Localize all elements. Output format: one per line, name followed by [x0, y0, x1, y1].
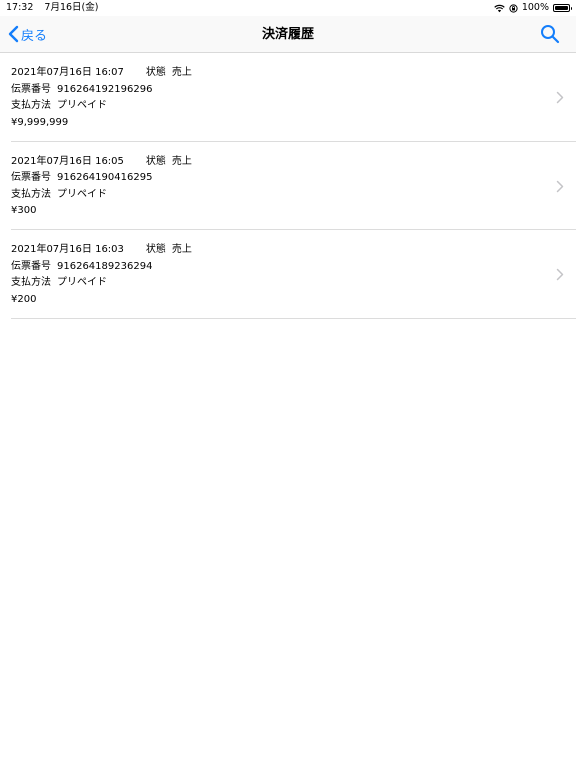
slip-label: 伝票番号 [11, 172, 51, 184]
status-value: 売上 [171, 155, 192, 167]
payment-line: 支払方法 プリペイド [11, 98, 192, 115]
transaction-details: 2021年07月16日 16:07 状態 売上 伝票番号 91626419219629… [11, 65, 192, 131]
transaction-row[interactable]: 2021年07月16日 16:07 状態 売上 伝票番号 91626419219629… [0, 53, 576, 142]
payment-line: 支払方法 プリペイド [11, 187, 192, 204]
transaction-header-line: 2021年07月16日 16:03 状態 売上 [11, 242, 192, 259]
back-button-label: 戻る [21, 28, 48, 44]
status-date: 7月16日(金) [44, 2, 99, 13]
transaction-amount: ¥200 [11, 293, 37, 305]
payment-line: 支払方法 プリペイド [11, 275, 192, 292]
status-left: 17:32 7月16日(金) [6, 0, 106, 16]
status-right: 100% [494, 0, 572, 16]
status-value: 売上 [171, 244, 192, 255]
transaction-amount: ¥9,999,999 [11, 116, 69, 128]
transaction-datetime: 2021年07月16日 16:05 [11, 155, 124, 167]
navigation-bar: 決済履歴 戻る [0, 16, 576, 53]
transaction-datetime: 2021年07月16日 16:03 [11, 244, 124, 255]
transaction-row[interactable]: 2021年07月16日 16:03 状態 売上 伝票番号 91626418923629… [0, 230, 576, 319]
slip-label: 伝票番号 [11, 260, 51, 272]
status-label: 状態 [145, 244, 166, 255]
slip-line: 伝票番号 916264190416295 [11, 170, 192, 187]
payment-label: 支払方法 [11, 188, 51, 200]
transaction-header-line: 2021年07月16日 16:05 状態 売上 [11, 154, 192, 171]
transaction-details: 2021年07月16日 16:05 状態 売上 伝票番号 91626419041629… [11, 154, 192, 220]
slip-line: 伝票番号 916264189236294 [11, 259, 192, 276]
page-title: 決済履歴 [261, 27, 314, 42]
orientation-lock-icon [509, 3, 518, 13]
search-icon[interactable] [540, 24, 560, 44]
status-label: 状態 [145, 67, 166, 78]
transaction-row[interactable]: 2021年07月16日 16:05 状態 売上 伝票番号 91626419041629… [0, 142, 576, 231]
transaction-amount: ¥300 [11, 205, 37, 217]
slip-number: 916264189236294 [57, 260, 153, 272]
payment-method: プリペイド [57, 100, 107, 112]
slip-number: 916264192196296 [57, 83, 153, 95]
battery-fill [555, 6, 568, 10]
chevron-right-icon [556, 268, 564, 281]
slip-number: 916264190416295 [57, 172, 153, 184]
payment-method: プリペイド [57, 277, 107, 289]
transaction-list: 2021年07月16日 16:07 状態 売上 伝票番号 91626419219629… [0, 53, 576, 319]
payment-label: 支払方法 [11, 100, 51, 112]
chevron-left-icon [8, 25, 19, 43]
battery-icon [553, 4, 572, 12]
wifi-icon [494, 4, 505, 12]
status-value: 売上 [171, 67, 192, 78]
status-time: 17:32 [6, 2, 34, 13]
status-label: 状態 [145, 155, 166, 167]
slip-line: 伝票番号 916264192196296 [11, 82, 192, 99]
payment-method: プリペイド [57, 188, 107, 200]
chevron-right-icon [556, 180, 564, 192]
chevron-right-icon [556, 91, 564, 104]
transaction-header-line: 2021年07月16日 16:07 状態 売上 [11, 65, 192, 82]
transaction-details: 2021年07月16日 16:03 状態 売上 伝票番号 91626418923629… [11, 242, 192, 308]
status-bar: 17:32 7月16日(金) 100% [0, 0, 576, 16]
transaction-datetime: 2021年07月16日 16:07 [11, 67, 124, 78]
payment-label: 支払方法 [11, 277, 51, 289]
battery-percent: 100% [521, 2, 549, 13]
back-button[interactable]: 戻る [8, 23, 47, 45]
slip-label: 伝票番号 [11, 83, 51, 95]
